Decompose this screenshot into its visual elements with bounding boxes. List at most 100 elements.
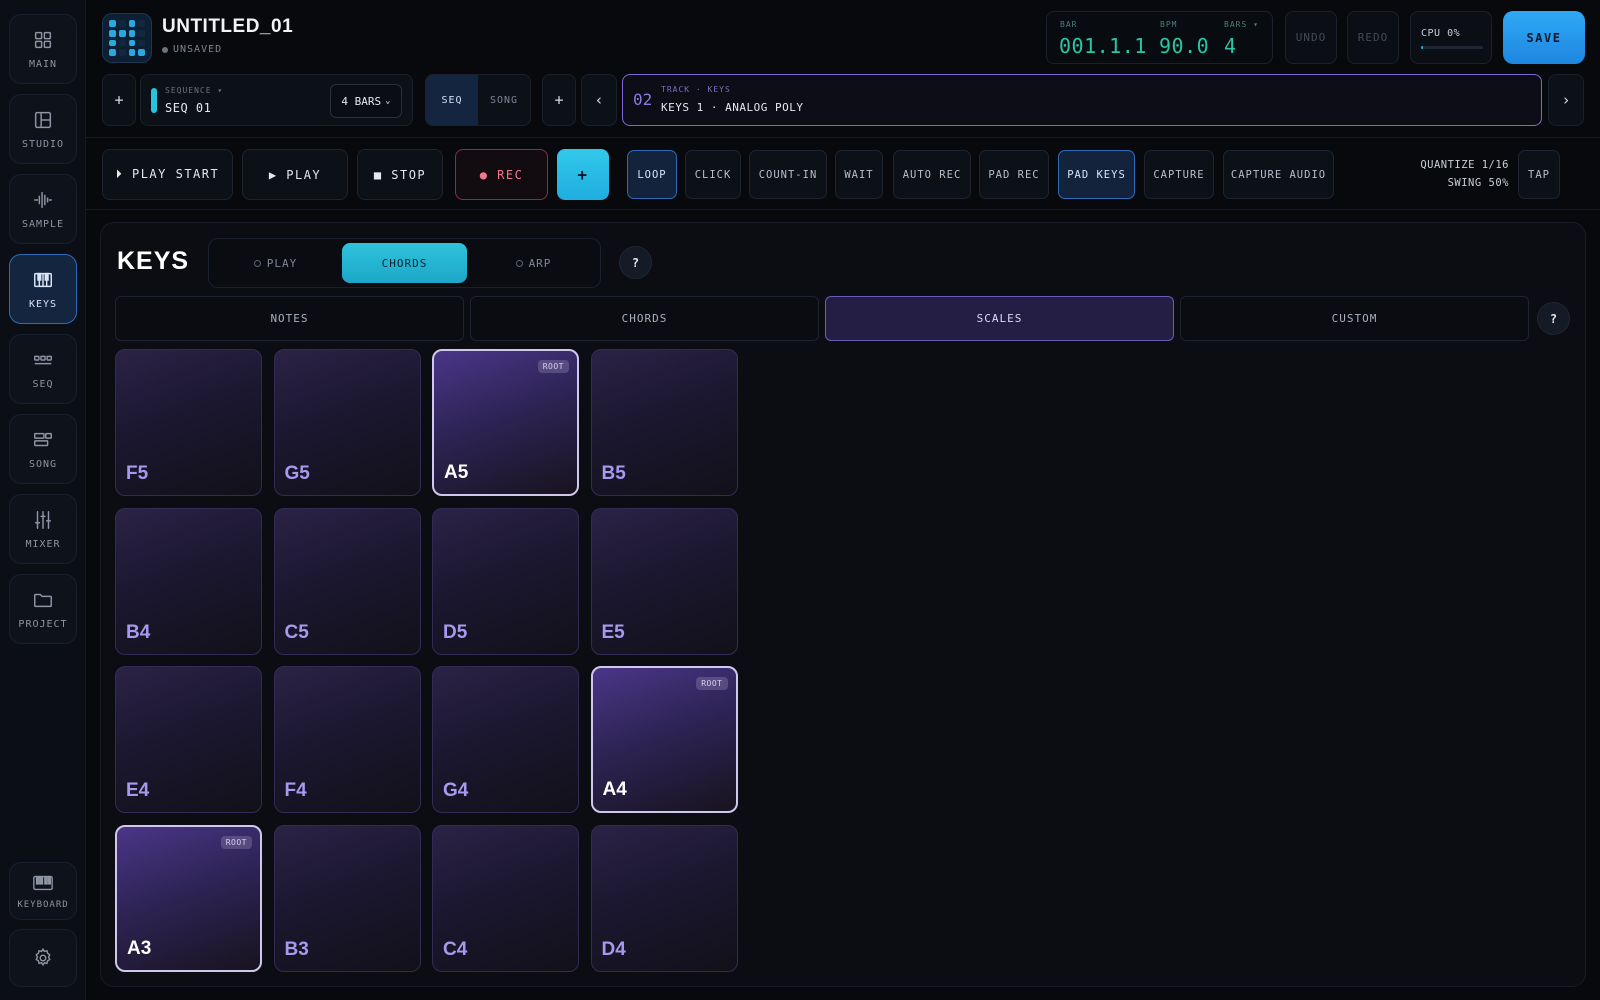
play-start-button[interactable]: ⏵ PLAY START [102, 149, 233, 200]
bpm-value[interactable]: 90.0 [1159, 34, 1209, 58]
pad-keys-toggle[interactable]: PAD KEYS [1058, 150, 1135, 199]
tab-notes[interactable]: NOTES [115, 296, 464, 341]
redo-button[interactable]: REDO [1347, 11, 1399, 64]
bars-dropdown-value: 4 BARS [341, 94, 382, 108]
mode-play-button[interactable]: PLAY [213, 243, 338, 283]
pad-rec-toggle[interactable]: PAD REC [979, 150, 1049, 199]
sidebar-item-label: MIXER [25, 538, 61, 550]
pad-note-label: A3 [127, 937, 152, 959]
pad-b4[interactable]: B4 [115, 507, 262, 655]
mode-chords-button[interactable]: CHORDS [342, 243, 467, 283]
pad-note-label: B3 [284, 938, 309, 960]
auto-rec-toggle[interactable]: AUTO REC [893, 150, 971, 199]
capture-audio-button[interactable]: CAPTURE AUDIO [1223, 150, 1334, 199]
wait-toggle[interactable]: WAIT [835, 150, 883, 199]
pad-b5[interactable]: B5 [590, 349, 738, 496]
page-title: KEYS [117, 247, 190, 275]
pad-note-label: D4 [601, 938, 626, 960]
pad-f4[interactable]: F4 [273, 666, 421, 813]
pad-note-label: B4 [126, 621, 151, 643]
prev-track-button[interactable]: ‹ [581, 74, 617, 126]
sidebar-item-seq[interactable]: SEQ [9, 334, 77, 404]
pad-note-label: C5 [284, 621, 309, 643]
play-button[interactable]: ▶ PLAY [242, 149, 348, 200]
sidebar-item-main[interactable]: MAIN [9, 14, 77, 84]
sequence-selector[interactable]: SEQUENCE ▾ SEQ 01 4 BARS ⌄ [140, 74, 413, 126]
sidebar-item-label: KEYS [28, 298, 58, 310]
settings-button[interactable] [9, 929, 77, 987]
divider [86, 209, 1600, 210]
add-track-button[interactable]: + [542, 74, 576, 126]
sidebar-item-label: STUDIO [21, 138, 65, 150]
chevron-down-icon: ⌄ [385, 96, 391, 106]
sidebar-item-sample[interactable]: SAMPLE [9, 174, 77, 244]
tab-custom[interactable]: CUSTOM [1180, 296, 1529, 341]
count-in-toggle[interactable]: COUNT-IN [749, 150, 827, 199]
sliders-icon [34, 510, 52, 529]
sidebar-item-keys[interactable]: KEYS [9, 254, 77, 324]
pad-d4[interactable]: D4 [590, 824, 738, 972]
pad-f5[interactable]: F5 [115, 349, 262, 496]
undo-button[interactable]: UNDO [1285, 11, 1337, 64]
pad-a4[interactable]: ROOT A4 [590, 666, 738, 813]
mode-help-button[interactable]: ? [619, 246, 652, 279]
pad-e4[interactable]: E4 [115, 666, 262, 813]
sidebar-item-song[interactable]: SONG [9, 414, 77, 484]
folder-icon [34, 593, 52, 607]
pad-g4[interactable]: G4 [432, 666, 579, 813]
bars-caption[interactable]: BARS ▾ [1224, 20, 1259, 29]
mode-arp-button[interactable]: ARP [471, 243, 596, 283]
pad-e5[interactable]: E5 [590, 507, 738, 655]
sidebar-item-project[interactable]: PROJECT [9, 574, 77, 644]
track-name: KEYS 1 · ANALOG POLY [661, 101, 804, 114]
sidebar-item-label: SONG [28, 458, 58, 470]
save-button[interactable]: SAVE [1503, 11, 1585, 64]
divider [86, 137, 1600, 138]
loop-toggle[interactable]: LOOP [627, 150, 677, 199]
click-toggle[interactable]: CLICK [685, 150, 741, 199]
sidebar-item-label: SAMPLE [21, 218, 65, 230]
mode-arp-label: ARP [528, 256, 552, 270]
save-status: UNSAVED [162, 44, 222, 55]
add-button[interactable]: + [557, 149, 609, 200]
keys-mode-switch: PLAY CHORDS ARP [208, 238, 601, 288]
pad-b3[interactable]: B3 [273, 824, 421, 972]
save-status-text: UNSAVED [173, 44, 223, 55]
gear-icon [35, 948, 51, 967]
pad-a5[interactable]: ROOT A5 [432, 349, 579, 496]
sidebar-item-mixer[interactable]: MIXER [9, 494, 77, 564]
next-track-button[interactable]: › [1548, 74, 1584, 126]
pad-note-label: F4 [284, 780, 307, 801]
sequence-caption: SEQUENCE ▾ [165, 86, 224, 95]
tab-chords[interactable]: CHORDS [470, 296, 819, 341]
stop-button[interactable]: ■ STOP [357, 149, 443, 200]
tap-tempo-button[interactable]: TAP [1518, 150, 1560, 199]
pad-note-label: F5 [126, 463, 149, 484]
pad-d5[interactable]: D5 [432, 507, 579, 655]
bars-dropdown[interactable]: 4 BARS ⌄ [330, 84, 402, 118]
pad-c4[interactable]: C4 [432, 824, 579, 972]
root-badge: ROOT [220, 835, 252, 849]
capture-button[interactable]: CAPTURE [1144, 150, 1214, 199]
pad-a3[interactable]: ROOT A3 [115, 824, 262, 972]
pad-c5[interactable]: C5 [273, 507, 421, 655]
project-title[interactable]: UNTITLED_01 [162, 16, 293, 38]
add-sequence-button[interactable]: + [102, 74, 136, 126]
keyboard-button[interactable]: KEYBOARD [9, 862, 77, 920]
record-button[interactable]: ● REC [455, 149, 548, 200]
root-badge: ROOT [696, 677, 728, 690]
keyboard-label: KEYBOARD [17, 900, 69, 910]
mode-song-button[interactable]: SONG [478, 75, 530, 125]
track-selector[interactable]: 02 TRACK · KEYS KEYS 1 · ANALOG POLY [622, 74, 1542, 126]
track-caption: TRACK · KEYS [661, 85, 731, 94]
status-dot [162, 46, 168, 53]
mode-seq-button[interactable]: SEQ [426, 75, 478, 125]
quantize-swing-readout[interactable]: QUANTIZE 1/16 SWING 50% [1420, 156, 1509, 192]
sidebar-item-studio[interactable]: STUDIO [9, 94, 77, 164]
tab-scales[interactable]: SCALES [825, 296, 1174, 341]
quantize-value: QUANTIZE 1/16 [1420, 159, 1509, 171]
tabs-help-button[interactable]: ? [1537, 302, 1570, 335]
pad-g5[interactable]: G5 [273, 349, 421, 496]
bars-value[interactable]: 4 [1224, 34, 1237, 58]
piano-icon [34, 272, 52, 287]
